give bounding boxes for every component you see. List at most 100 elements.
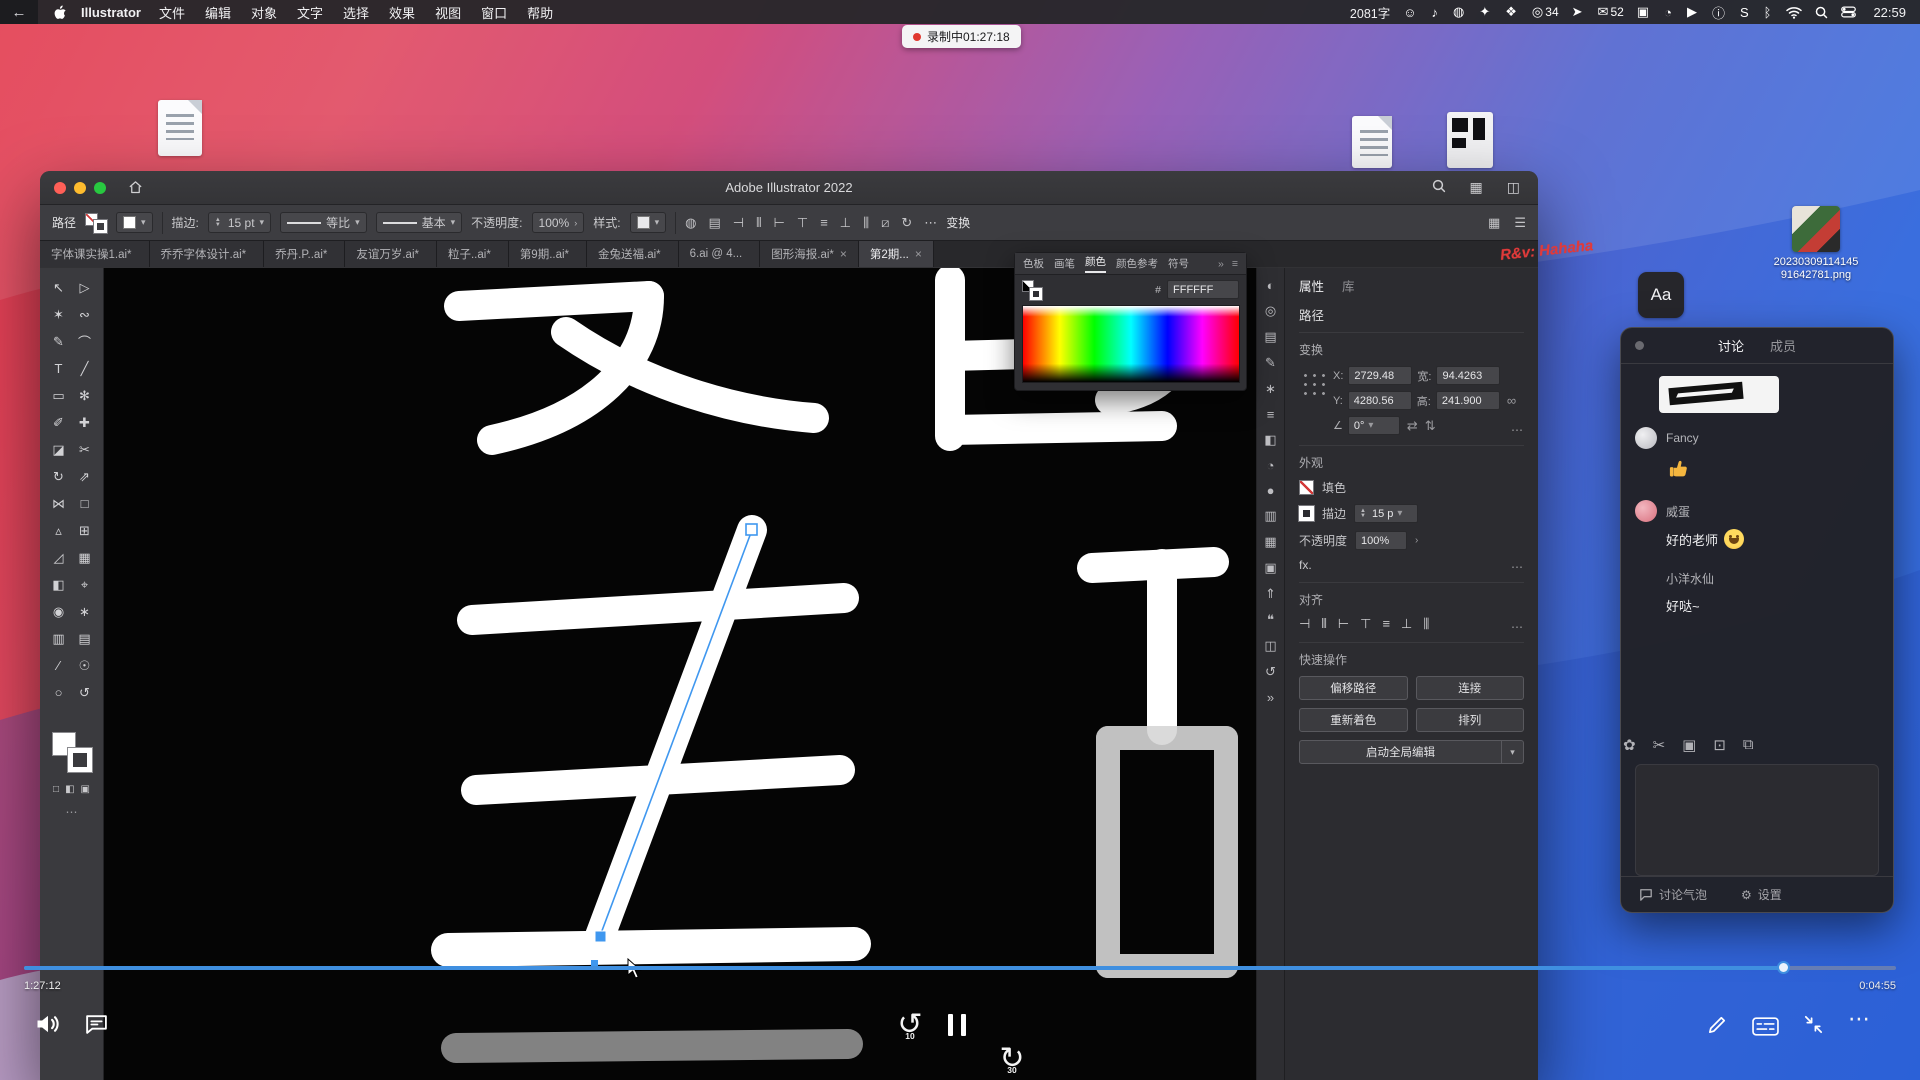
column-graph-tool[interactable]: ▥ (46, 625, 72, 652)
tab-properties[interactable]: 属性 (1299, 276, 1324, 295)
menubar-menu[interactable]: 编辑 (205, 3, 231, 22)
menubar-menu[interactable]: 窗口 (481, 3, 507, 22)
reference-point-locator[interactable] (1299, 369, 1325, 395)
avatar[interactable] (1635, 567, 1657, 589)
align-top-icon[interactable]: ⊤ (797, 215, 808, 231)
control-center-icon[interactable] (1841, 6, 1856, 18)
eraser-tool[interactable]: ◪ (46, 436, 72, 463)
layers-panel-icon[interactable]: ▦ (1264, 534, 1276, 550)
distribute-h-icon[interactable]: ⫼ (863, 215, 869, 231)
progress-scrubber[interactable] (1777, 961, 1790, 974)
global-edit-options-chevron[interactable]: ▾ (1502, 740, 1524, 764)
transform-more-options[interactable]: ⋯ (1511, 423, 1524, 437)
align-center-h-icon[interactable]: ⫴ (1321, 616, 1326, 632)
document-tab[interactable]: 第2期... × (859, 241, 934, 267)
zoom-window-button[interactable] (94, 182, 106, 194)
color-panel-fill-stroke[interactable] (1022, 280, 1042, 300)
blend-tool[interactable]: ◉ (46, 598, 72, 625)
spotlight-search-icon[interactable] (1815, 6, 1828, 19)
chat-input[interactable] (1635, 764, 1879, 876)
menubar-menu[interactable]: 文字 (297, 3, 323, 22)
avatar[interactable] (1635, 500, 1657, 522)
artboards-panel-icon[interactable]: ▣ (1264, 560, 1276, 576)
color-panel-icon[interactable]: ◐ (1267, 278, 1275, 293)
zoom-tool[interactable]: ○ (46, 679, 72, 706)
menubar-menu[interactable]: 对象 (251, 3, 277, 22)
start-global-edit-button[interactable]: 启动全局编辑 (1299, 740, 1502, 764)
screen-share-icon[interactable]: ⊡ (1713, 736, 1726, 754)
appearance-panel-icon[interactable]: ● (1267, 483, 1275, 498)
hex-value-field[interactable]: FFFFFF (1167, 280, 1239, 299)
libraries-panel-icon[interactable]: ◫ (1264, 638, 1276, 654)
scissors-tool[interactable]: ✂ (72, 436, 98, 463)
effects-label[interactable]: fx. (1299, 558, 1312, 572)
back-button[interactable]: ← (0, 0, 38, 24)
color-spectrum-picker[interactable] (1022, 305, 1240, 383)
artboard-tool[interactable]: ▤ (72, 625, 98, 652)
appearance-more-options[interactable]: ⋯ (1511, 560, 1524, 574)
pen-tool[interactable]: ✎ (46, 328, 72, 355)
type-tool[interactable]: T (46, 355, 72, 382)
menubar-menu[interactable]: 帮助 (527, 3, 553, 22)
shaper-tool[interactable]: ✚ (72, 409, 98, 436)
search-icon[interactable] (1432, 179, 1446, 196)
annotate-pencil-button[interactable] (1706, 1013, 1729, 1036)
rotate-tool[interactable]: ↻ (46, 463, 72, 490)
document-tab[interactable]: 图形海报.ai* × (760, 241, 859, 267)
sharemouse-status-icon[interactable]: S (1740, 3, 1751, 22)
align-center-h-icon[interactable]: ⫴ (756, 215, 761, 231)
width-profile-dropdown[interactable]: 等比▾ (280, 212, 367, 233)
graphic-style-dropdown[interactable]: ▾ (630, 212, 667, 233)
stroke-weight-stepper[interactable]: ▲▼15 p▾ (1354, 504, 1418, 523)
document-tab[interactable]: 乔丹.P..ai* (264, 241, 345, 267)
drawing-mode-buttons[interactable]: □◧▣ (53, 784, 90, 795)
rotation-field[interactable]: 0°▾ (1348, 416, 1400, 435)
panel-menu-icon[interactable]: ≡ (1232, 258, 1238, 270)
align-left-icon[interactable]: ⊣ (1299, 616, 1310, 632)
width-tool[interactable]: ⋈ (46, 490, 72, 517)
document-tab[interactable]: 友谊万岁.ai* (345, 241, 437, 267)
minimize-window-button[interactable] (74, 182, 86, 194)
screen-mirroring-status-icon[interactable]: ◔ (1664, 3, 1674, 22)
symbol-sprayer-tool[interactable]: ∗ (72, 598, 98, 625)
arrange-documents-icon[interactable]: ▦ (1470, 179, 1483, 196)
document-tab[interactable]: 6.ai @ 4... (679, 241, 761, 267)
free-transform-tool[interactable]: □ (72, 490, 98, 517)
quick-action-button[interactable]: 重新着色 (1299, 708, 1408, 732)
stroke-panel-icon[interactable]: ≡ (1267, 407, 1275, 422)
height-field[interactable]: 241.900 (1436, 391, 1500, 410)
stroke-weight-field[interactable]: ▲▼15 pt▾ (208, 212, 271, 233)
arrange-documents-icon[interactable]: ▦ (1488, 215, 1500, 231)
play-status-icon[interactable]: ▶ (1687, 3, 1699, 22)
flip-vertical-icon[interactable]: ⇅ (1425, 418, 1436, 434)
home-icon[interactable] (128, 180, 143, 195)
message-count-status[interactable]: ✉52 (1598, 3, 1624, 22)
rewind-10-button[interactable]: ↺10 (893, 1008, 927, 1042)
display-status-icon[interactable]: ▣ (1637, 3, 1651, 22)
lasso-tool[interactable]: ∾ (72, 301, 98, 328)
document-tab[interactable]: 第9期..ai* (509, 241, 587, 267)
color-guide-panel-icon[interactable]: ◎ (1265, 303, 1276, 319)
menubar-menu[interactable]: 效果 (389, 3, 415, 22)
app-cluster-status-icon[interactable]: ❖ (1505, 3, 1519, 22)
wifi-icon[interactable] (1786, 6, 1802, 19)
history-panel-icon[interactable]: ↺ (1265, 664, 1276, 680)
align-bottom-icon[interactable]: ⊥ (840, 215, 851, 231)
quick-action-button[interactable]: 偏移路径 (1299, 676, 1408, 700)
document-tab[interactable]: 粒子..ai* (437, 241, 509, 267)
mic-status-icon[interactable]: ♪ (1432, 3, 1441, 22)
tab-brushes[interactable]: 画笔 (1054, 256, 1075, 271)
desktop-grid-file-icon[interactable] (1447, 112, 1493, 168)
more-options-button[interactable]: ⋯ (1848, 1006, 1871, 1032)
recording-indicator[interactable]: 录制中01:27:18 (902, 25, 1021, 48)
share-count-status[interactable]: ◎34 (1532, 3, 1559, 22)
word-count-status[interactable]: 2081字 (1350, 3, 1390, 22)
discussion-bubbles-toggle[interactable]: 讨论气泡 (1639, 886, 1707, 903)
menu-bar-clock[interactable]: 22:59 (1873, 5, 1906, 20)
bluetooth-status-icon[interactable]: ᛒ (1764, 3, 1774, 22)
x-position-field[interactable]: 2729.48 (1348, 366, 1412, 385)
swatches-panel-icon[interactable]: ▤ (1264, 329, 1276, 345)
rectangle-tool[interactable]: ▭ (46, 382, 72, 409)
sticker-icon[interactable]: ✿ (1623, 736, 1636, 754)
mesh-tool[interactable]: ▦ (72, 544, 98, 571)
